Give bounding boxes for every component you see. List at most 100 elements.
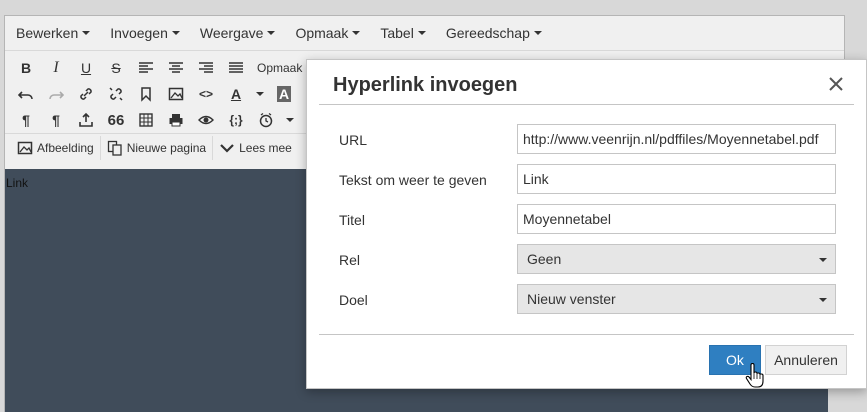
menu-gereedschap[interactable]: Gereedschap xyxy=(441,18,547,48)
new-page-button[interactable]: Nieuwe pagina xyxy=(101,135,214,160)
caret-down-icon xyxy=(533,31,542,35)
italic-button[interactable]: I xyxy=(41,56,71,80)
menu-label: Invoegen xyxy=(110,25,168,41)
menu-label: Tabel xyxy=(380,25,414,41)
rel-select[interactable]: Geen xyxy=(517,244,836,274)
editor-content-text: Link xyxy=(6,176,29,190)
insert-image-button[interactable]: Afbeelding xyxy=(11,135,101,160)
clock-icon xyxy=(259,112,273,128)
rtl-button[interactable]: ¶ xyxy=(41,108,71,132)
upload-icon xyxy=(79,112,93,127)
underline-icon: U xyxy=(80,60,92,76)
code-button[interactable]: <> xyxy=(191,82,221,106)
bg-color-icon: A xyxy=(276,86,292,102)
cancel-label: Annuleren xyxy=(774,352,838,368)
font-color-icon: A xyxy=(230,86,242,102)
quote-icon: 66 xyxy=(107,111,125,129)
bold-button[interactable]: B xyxy=(11,56,41,80)
menubar: Bewerken Invoegen Weergave Opmaak Tabel … xyxy=(5,16,844,51)
bookmark-icon xyxy=(141,87,151,102)
paragraph-rtl-icon: ¶ xyxy=(52,112,60,128)
anchor-button[interactable] xyxy=(131,82,161,106)
insert-image-label: Afbeelding xyxy=(37,140,94,155)
read-more-button[interactable]: Lees mee xyxy=(213,136,298,160)
align-center-icon xyxy=(169,62,183,73)
chevron-down-icon xyxy=(220,143,234,153)
hand-cursor-icon xyxy=(745,363,764,388)
datetime-button[interactable] xyxy=(251,108,281,132)
hyperlink-dialog: Hyperlink invoegen URL Tekst om weer te … xyxy=(306,59,867,389)
menu-bewerken[interactable]: Bewerken xyxy=(11,18,95,48)
table-button[interactable] xyxy=(131,108,161,132)
print-button[interactable] xyxy=(161,108,191,132)
underline-button[interactable]: U xyxy=(71,56,101,80)
align-justify-icon xyxy=(229,62,243,73)
display-text-label: Tekst om weer te geven xyxy=(339,172,487,188)
unlink-icon xyxy=(109,87,123,101)
align-justify-button[interactable] xyxy=(221,56,251,80)
undo-icon xyxy=(18,91,33,100)
ok-label: Ok xyxy=(726,352,744,368)
title-label: Titel xyxy=(339,212,365,228)
menu-label: Gereedschap xyxy=(445,25,530,41)
close-icon xyxy=(829,77,843,91)
link-button[interactable] xyxy=(71,82,101,106)
align-left-icon xyxy=(139,62,153,73)
strikethrough-button[interactable]: S xyxy=(101,56,131,80)
link-icon xyxy=(80,88,92,100)
menu-opmaak[interactable]: Opmaak xyxy=(290,18,365,48)
dialog-footer-divider xyxy=(319,334,854,335)
copy-page-icon xyxy=(107,140,122,156)
title-input[interactable] xyxy=(517,204,836,234)
blockquote-button[interactable]: 66 xyxy=(101,108,131,132)
read-more-label: Lees mee xyxy=(239,140,292,155)
image-icon xyxy=(168,87,184,101)
image-button[interactable] xyxy=(161,82,191,106)
cancel-button[interactable]: Annuleren xyxy=(765,345,847,375)
unlink-button[interactable] xyxy=(101,82,131,106)
formats-dropdown[interactable]: Opmaak xyxy=(251,56,308,80)
paragraph-ltr-icon: ¶ xyxy=(22,112,30,128)
font-color-button[interactable]: A xyxy=(221,82,251,106)
target-label: Doel xyxy=(339,292,368,308)
template-button[interactable]: {;} xyxy=(221,108,251,132)
align-right-icon xyxy=(199,62,213,73)
url-input[interactable] xyxy=(517,124,836,154)
menu-label: Weergave xyxy=(199,25,264,41)
image-icon xyxy=(17,141,33,154)
redo-button[interactable] xyxy=(41,82,71,106)
font-color-dropdown[interactable] xyxy=(251,82,269,106)
display-text-input[interactable] xyxy=(517,164,836,194)
ltr-button[interactable]: ¶ xyxy=(11,108,41,132)
rel-selected-value: Geen xyxy=(527,251,562,267)
align-center-button[interactable] xyxy=(161,56,191,80)
caret-down-icon xyxy=(256,92,264,96)
caret-down-icon xyxy=(819,298,827,302)
undo-button[interactable] xyxy=(11,82,41,106)
menu-label: Opmaak xyxy=(295,25,349,41)
preview-button[interactable] xyxy=(191,108,221,132)
menu-invoegen[interactable]: Invoegen xyxy=(105,18,185,48)
caret-down-icon xyxy=(171,31,180,35)
url-label: URL xyxy=(339,132,368,148)
target-select[interactable]: Nieuw venster xyxy=(517,284,836,314)
menu-tabel[interactable]: Tabel xyxy=(375,18,430,48)
datetime-dropdown[interactable] xyxy=(281,108,299,132)
new-page-label: Nieuwe pagina xyxy=(126,140,207,155)
print-icon xyxy=(169,114,183,127)
align-left-button[interactable] xyxy=(131,56,161,80)
table-icon xyxy=(139,113,153,127)
align-right-button[interactable] xyxy=(191,56,221,80)
menu-weergave[interactable]: Weergave xyxy=(195,18,281,48)
caret-down-icon xyxy=(82,31,91,35)
caret-down-icon xyxy=(352,31,361,35)
menu-label: Bewerken xyxy=(16,25,79,41)
upload-button[interactable] xyxy=(71,108,101,132)
rel-label: Rel xyxy=(339,252,361,268)
caret-down-icon xyxy=(267,31,276,35)
close-button[interactable] xyxy=(826,74,846,94)
dialog-header-divider xyxy=(319,104,854,105)
caret-down-icon xyxy=(417,31,426,35)
bg-color-button[interactable]: A xyxy=(269,82,299,106)
eye-icon xyxy=(198,115,214,125)
